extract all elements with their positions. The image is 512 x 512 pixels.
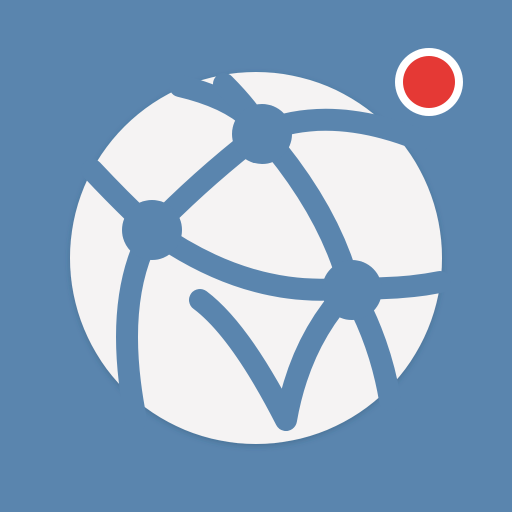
notification-dot-icon xyxy=(395,48,463,116)
node-top xyxy=(232,104,292,164)
node-right xyxy=(322,260,382,320)
app-icon xyxy=(0,0,512,512)
badge-dot xyxy=(403,56,455,108)
network-globe-icon xyxy=(0,0,512,512)
node-left xyxy=(122,200,182,260)
